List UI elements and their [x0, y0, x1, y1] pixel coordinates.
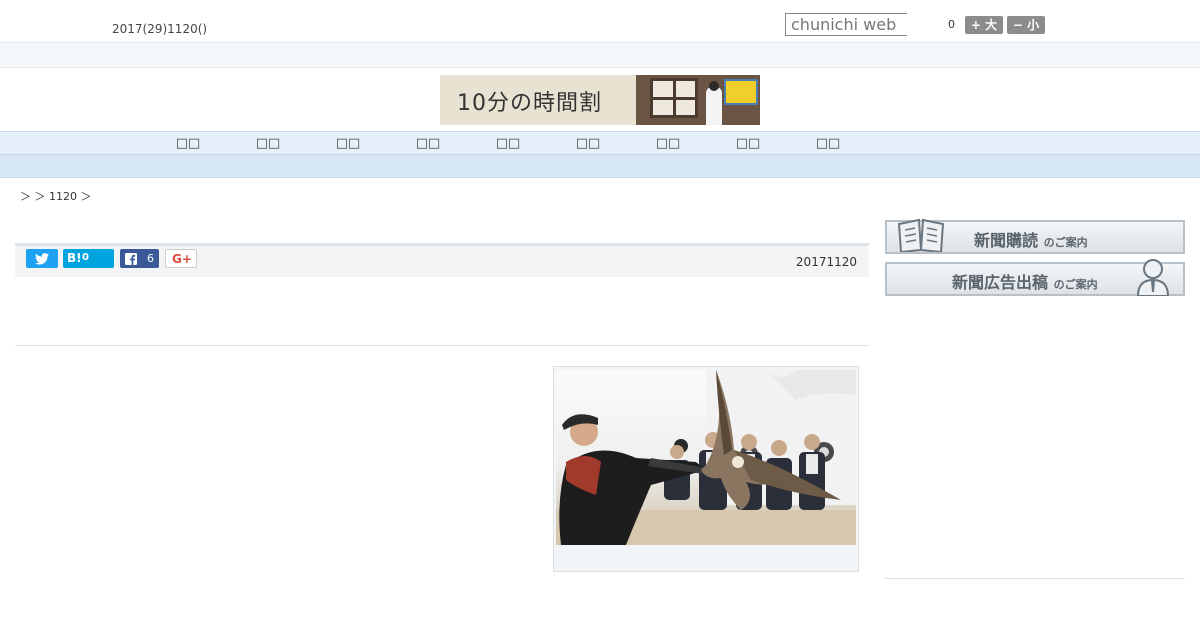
- main-nav: □□ □□ □□ □□ □□ □□ □□ □□ □□: [0, 131, 1200, 155]
- nav-item[interactable]: □□: [728, 136, 768, 151]
- article-figure: [553, 366, 859, 572]
- book-icon: [897, 218, 945, 252]
- search-input[interactable]: [785, 13, 907, 36]
- nav-item[interactable]: □□: [168, 136, 208, 151]
- advertise-main-text: 新聞広告出稿: [952, 273, 1049, 292]
- article-date: 20171120: [795, 255, 857, 269]
- header-banner[interactable]: 10分の時間割: [440, 75, 760, 125]
- nav-item[interactable]: □□: [248, 136, 288, 151]
- facebook-share-button[interactable]: 6: [120, 249, 159, 268]
- hatena-count: 0: [82, 252, 89, 263]
- subscribe-sub-text: のご案内: [1043, 236, 1088, 249]
- person-icon: [1136, 259, 1170, 296]
- subscribe-main-text: 新聞購読: [974, 231, 1039, 250]
- hatena-icon: B!: [67, 251, 82, 265]
- gplus-share-button[interactable]: G+: [165, 249, 197, 268]
- share-bar: B! 0 6 G+ 20171120: [15, 246, 869, 277]
- sub-header-bar: [0, 43, 1200, 68]
- newspaper-subscription-button[interactable]: 新聞購読 のご案内: [885, 218, 1185, 254]
- advertise-sub-text: のご案内: [1053, 278, 1098, 291]
- top-bar: 2017(29)1120() 0 + 大 − 小: [0, 0, 1200, 43]
- font-size-count: 0: [948, 18, 955, 31]
- gplus-icon: G+: [172, 252, 192, 266]
- sidebar-divider: [885, 578, 1185, 579]
- font-smaller-button[interactable]: − 小: [1007, 16, 1045, 34]
- nav-item[interactable]: □□: [568, 136, 608, 151]
- body-divider: [15, 345, 869, 346]
- twitter-share-button[interactable]: [26, 249, 58, 268]
- font-larger-button[interactable]: + 大: [965, 16, 1003, 34]
- facebook-count: 6: [147, 252, 154, 265]
- facebook-icon: [125, 253, 137, 265]
- banner-photo: [636, 75, 760, 125]
- nav-item[interactable]: □□: [808, 136, 848, 151]
- twitter-icon: [35, 253, 49, 265]
- nav-item[interactable]: □□: [488, 136, 528, 151]
- nav-item[interactable]: □□: [648, 136, 688, 151]
- hatena-bookmark-button[interactable]: B! 0: [63, 249, 114, 268]
- header-date: 2017(29)1120(): [112, 22, 208, 36]
- falconer-photo-image: [556, 370, 856, 545]
- banner-text: 10分の時間割: [457, 91, 602, 116]
- breadcrumb[interactable]: ＞ ＞ 1120 ＞: [20, 188, 91, 204]
- nav-item[interactable]: □□: [408, 136, 448, 151]
- newspaper-advertising-button[interactable]: 新聞広告出稿 のご案内: [885, 259, 1185, 296]
- nav-item[interactable]: □□: [328, 136, 368, 151]
- article-photo[interactable]: [556, 370, 856, 545]
- sub-nav: [0, 155, 1200, 178]
